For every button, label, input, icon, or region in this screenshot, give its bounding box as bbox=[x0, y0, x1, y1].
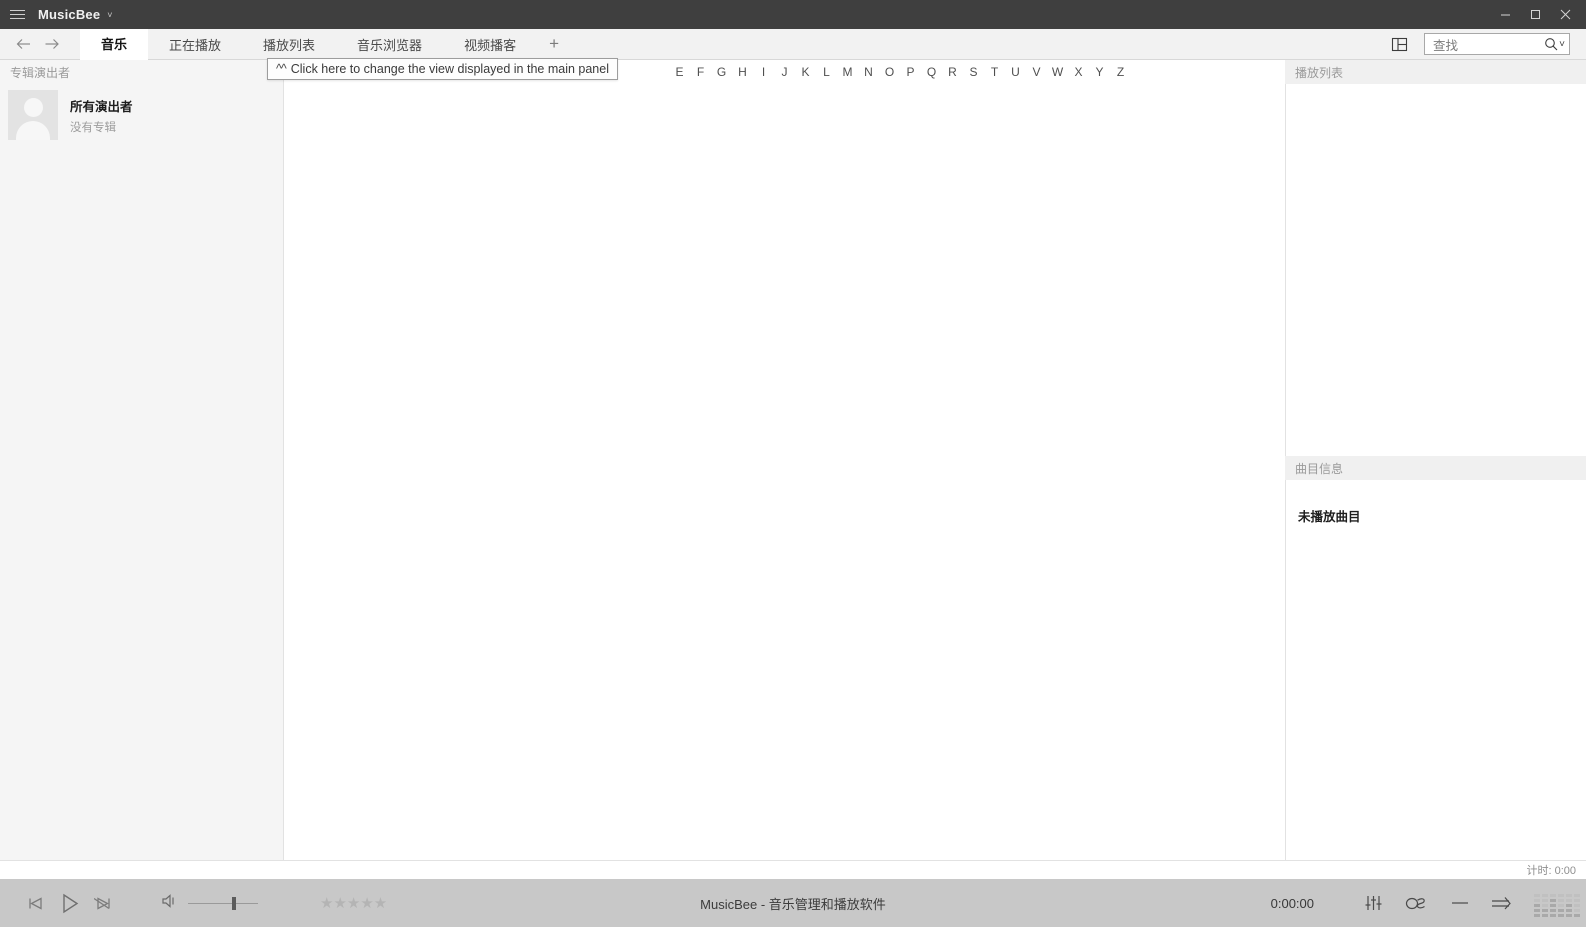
alpha-letter[interactable]: O bbox=[879, 65, 900, 79]
alpha-letter[interactable]: V bbox=[1026, 65, 1047, 79]
tab-now-playing[interactable]: 正在播放 bbox=[148, 29, 242, 60]
alpha-letter[interactable]: Q bbox=[921, 65, 942, 79]
artist-list: 所有演出者 没有专辑 bbox=[0, 84, 283, 860]
close-icon[interactable] bbox=[1550, 0, 1580, 29]
alpha-letter[interactable]: E bbox=[669, 65, 690, 79]
add-tab-button[interactable]: + bbox=[537, 29, 571, 60]
alpha-letter[interactable]: Z bbox=[1110, 65, 1131, 79]
tab-label: 音乐 bbox=[101, 37, 128, 52]
player-bar: ★★★★★ MusicBee - 音乐管理和播放软件 0:00:00 bbox=[0, 879, 1586, 927]
search-input[interactable]: 查找 ˅ bbox=[1424, 33, 1570, 55]
title-bar: MusicBee ˅ bbox=[0, 0, 1586, 29]
tab-playlists[interactable]: 播放列表 bbox=[242, 29, 336, 60]
album-artist-sidebar: 专辑演出者 所有演出者 没有专辑 bbox=[0, 60, 283, 860]
maximize-icon[interactable] bbox=[1520, 0, 1550, 29]
alpha-letter[interactable]: N bbox=[858, 65, 879, 79]
list-item[interactable]: 所有演出者 没有专辑 bbox=[0, 84, 283, 146]
status-timer: 计时: 0:00 bbox=[1526, 865, 1576, 877]
alpha-letter[interactable]: T bbox=[984, 65, 1005, 79]
hamburger-menu-icon[interactable] bbox=[0, 0, 34, 29]
view-change-tooltip: ^^ Click here to change the view display… bbox=[267, 58, 618, 80]
artist-text: 所有演出者 没有专辑 bbox=[70, 96, 133, 135]
alpha-letter[interactable]: L bbox=[816, 65, 837, 79]
tab-label: 音乐浏览器 bbox=[357, 37, 423, 53]
alpha-letter[interactable]: X bbox=[1068, 65, 1089, 79]
tab-music-explorer[interactable]: 音乐浏览器 bbox=[336, 29, 443, 60]
chevron-down-icon[interactable]: ˅ bbox=[107, 10, 112, 20]
playlist-list[interactable] bbox=[1285, 84, 1586, 456]
tab-label: 正在播放 bbox=[169, 37, 222, 53]
tab-label: 播放列表 bbox=[263, 37, 316, 53]
alpha-letter[interactable]: K bbox=[795, 65, 816, 79]
alpha-letter[interactable]: S bbox=[963, 65, 984, 79]
search-icon[interactable]: ˅ bbox=[1544, 37, 1565, 51]
back-arrow-icon[interactable] bbox=[10, 29, 38, 60]
sidebar-header: 专辑演出者 bbox=[0, 60, 283, 84]
alpha-letter[interactable]: Y bbox=[1089, 65, 1110, 79]
tooltip-text: Click here to change the view displayed … bbox=[290, 62, 609, 76]
alpha-letter[interactable]: H bbox=[732, 65, 753, 79]
forward-arrow-icon[interactable] bbox=[38, 29, 66, 60]
now-playing-text: MusicBee - 音乐管理和播放软件 bbox=[700, 896, 886, 912]
alpha-letter[interactable]: W bbox=[1047, 65, 1068, 79]
alpha-letter[interactable]: I bbox=[753, 65, 774, 79]
track-info-body: 未播放曲目 bbox=[1285, 480, 1586, 860]
track-info-header: 曲目信息 bbox=[1285, 456, 1586, 480]
minimize-icon[interactable] bbox=[1490, 0, 1520, 29]
panel-layout-icon[interactable] bbox=[1386, 31, 1412, 57]
alpha-letter[interactable]: F bbox=[690, 65, 711, 79]
playlist-header: 播放列表 bbox=[1285, 60, 1586, 84]
tab-bar: 音乐 正在播放 播放列表 音乐浏览器 视频播客 + 查找 ˅ bbox=[0, 28, 1586, 60]
musicbee-window: MusicBee ˅ 音乐 正在播放 播放列表 音乐浏览器 视频播客 + 查找 … bbox=[0, 0, 1586, 927]
app-title: MusicBee bbox=[38, 7, 101, 22]
search-chevron-down-icon[interactable]: ˅ bbox=[1559, 39, 1565, 50]
caret-up-icon: ^^ bbox=[276, 62, 287, 76]
alpha-letter[interactable]: R bbox=[942, 65, 963, 79]
tab-video-podcast[interactable]: 视频播客 bbox=[443, 29, 537, 60]
search-placeholder: 查找 bbox=[1433, 38, 1459, 53]
track-info-text: 未播放曲目 bbox=[1298, 510, 1361, 524]
alpha-letter[interactable]: M bbox=[837, 65, 858, 79]
tab-music[interactable]: 音乐 bbox=[80, 28, 149, 60]
artist-name: 所有演出者 bbox=[70, 99, 133, 114]
artist-album-count: 没有专辑 bbox=[70, 121, 116, 134]
status-bar: 计时: 0:00 bbox=[0, 860, 1586, 879]
alpha-letter[interactable]: J bbox=[774, 65, 795, 79]
alpha-letter[interactable]: P bbox=[900, 65, 921, 79]
album-grid-area[interactable] bbox=[284, 84, 1285, 860]
person-avatar-icon bbox=[8, 90, 58, 140]
alpha-letter[interactable]: G bbox=[711, 65, 732, 79]
right-sidebar: 播放列表 曲目信息 未播放曲目 bbox=[1285, 60, 1586, 860]
tab-label: 视频播客 bbox=[464, 37, 517, 53]
tab-list: 音乐 正在播放 播放列表 音乐浏览器 视频播客 + bbox=[80, 28, 571, 60]
main-body: 专辑演出者 所有演出者 没有专辑 E F G H I J K L M N O P… bbox=[0, 60, 1586, 860]
main-panel: E F G H I J K L M N O P Q R S T U V W X bbox=[283, 60, 1285, 860]
alpha-letter[interactable]: U bbox=[1005, 65, 1026, 79]
